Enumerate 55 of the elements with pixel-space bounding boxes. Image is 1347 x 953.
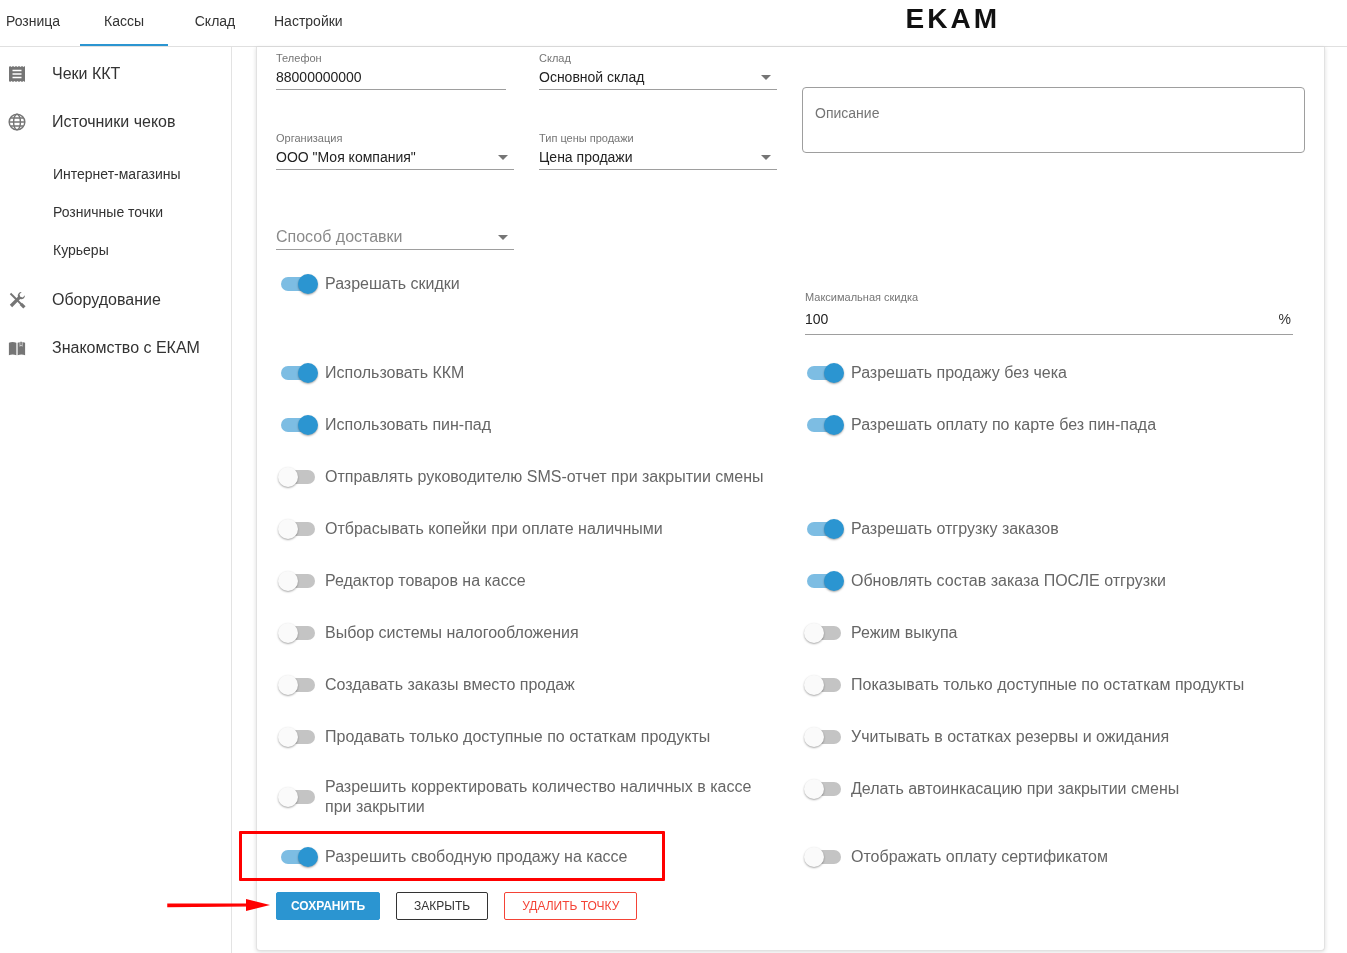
tools-icon <box>8 291 26 309</box>
setting-label: Использовать ККМ <box>325 363 465 383</box>
receipt-icon <box>8 65 26 83</box>
setting-label: Разрешать скидки <box>325 274 460 294</box>
setting-label: Создавать заказы вместо продаж <box>325 675 575 695</box>
percent-unit: % <box>1278 310 1291 329</box>
field-label: Тип цены продажи <box>539 131 635 145</box>
nav-tab[interactable]: Розница <box>0 0 77 46</box>
field-label: Максимальная скидка <box>805 290 920 304</box>
field-label: Склад <box>539 51 572 65</box>
setting-label: Отображать оплату сертификатом <box>851 847 1108 867</box>
setting-label: Отправлять руководителю SMS-отчет при закрытии смены <box>325 467 764 487</box>
caret-icon <box>498 154 508 160</box>
sidebar-subitem[interactable]: Интернет-магазины <box>0 155 231 193</box>
field-label: Организация <box>276 131 344 145</box>
setting-label: Использовать пин-пад <box>325 415 492 435</box>
nav-tab[interactable]: Склад <box>171 0 259 46</box>
sidebar-item[interactable]: Чеки ККТ <box>0 50 231 98</box>
caret-icon <box>498 234 508 240</box>
max-discount-field[interactable]: 100 % <box>805 304 1293 335</box>
price-type-dropdown[interactable]: Цена продажи <box>539 145 777 170</box>
setting-label: Редактор товаров на кассе <box>325 571 526 591</box>
nav-tab[interactable]: Кассы <box>80 0 168 46</box>
sidebar-subitem[interactable]: Розничные точки <box>0 193 231 231</box>
setting-label: Разрешить корректировать количество наличных в кассе при закрытии <box>325 777 753 817</box>
book-icon <box>8 339 26 357</box>
setting-label: Разрешить свободную продажу на кассе <box>325 847 628 867</box>
setting-label: Продавать только доступные по остаткам продукты <box>325 727 711 747</box>
caret-icon <box>761 74 771 80</box>
warehouse-dropdown[interactable]: Основной склад <box>539 65 777 90</box>
globe-icon <box>8 113 26 131</box>
setting-label: Показывать только доступные по остаткам продукты <box>851 675 1245 695</box>
close-button[interactable]: ЗАКРЫТЬ <box>396 892 489 920</box>
setting-label: Делать автоинкасацию при закрытии смены <box>851 779 1180 799</box>
setting-label: Разрешать отгрузку заказов <box>851 519 1059 539</box>
organization-dropdown[interactable]: ООО "Моя компания" <box>276 145 514 170</box>
setting-label: Режим выкупа <box>851 623 958 643</box>
delete-button[interactable]: УДАЛИТЬ ТОЧКУ <box>504 892 638 920</box>
setting-label: Выбор системы налогообложения <box>325 623 579 643</box>
setting-label: Учитывать в остатках резервы и ожидания <box>851 727 1170 747</box>
brand-logo: EKAM <box>905 3 1000 35</box>
field-label: Телефон <box>276 51 323 65</box>
sidebar-subitem[interactable]: Курьеры <box>0 231 231 269</box>
description-field[interactable]: Описание <box>802 87 1305 153</box>
sidebar-item[interactable]: Оборудование <box>0 276 231 324</box>
phone-field[interactable]: 88000000000 <box>276 65 506 90</box>
setting-label: Разрешать продажу без чека <box>851 363 1067 383</box>
sidebar-item[interactable]: Знакомство с ЕКАМ <box>0 324 231 372</box>
delivery-method-dropdown[interactable]: Способ доставки <box>276 225 514 250</box>
nav-tab[interactable]: Настройки <box>262 0 355 46</box>
setting-label: Разрешать оплату по карте без пин-пада <box>851 415 1157 435</box>
setting-label: Обновлять состав заказа ПОСЛЕ отгрузки <box>851 571 1166 591</box>
setting-label: Отбрасывать копейки при оплате наличными <box>325 519 663 539</box>
caret-icon <box>761 154 771 160</box>
sidebar-item[interactable]: Источники чеков <box>0 98 231 146</box>
